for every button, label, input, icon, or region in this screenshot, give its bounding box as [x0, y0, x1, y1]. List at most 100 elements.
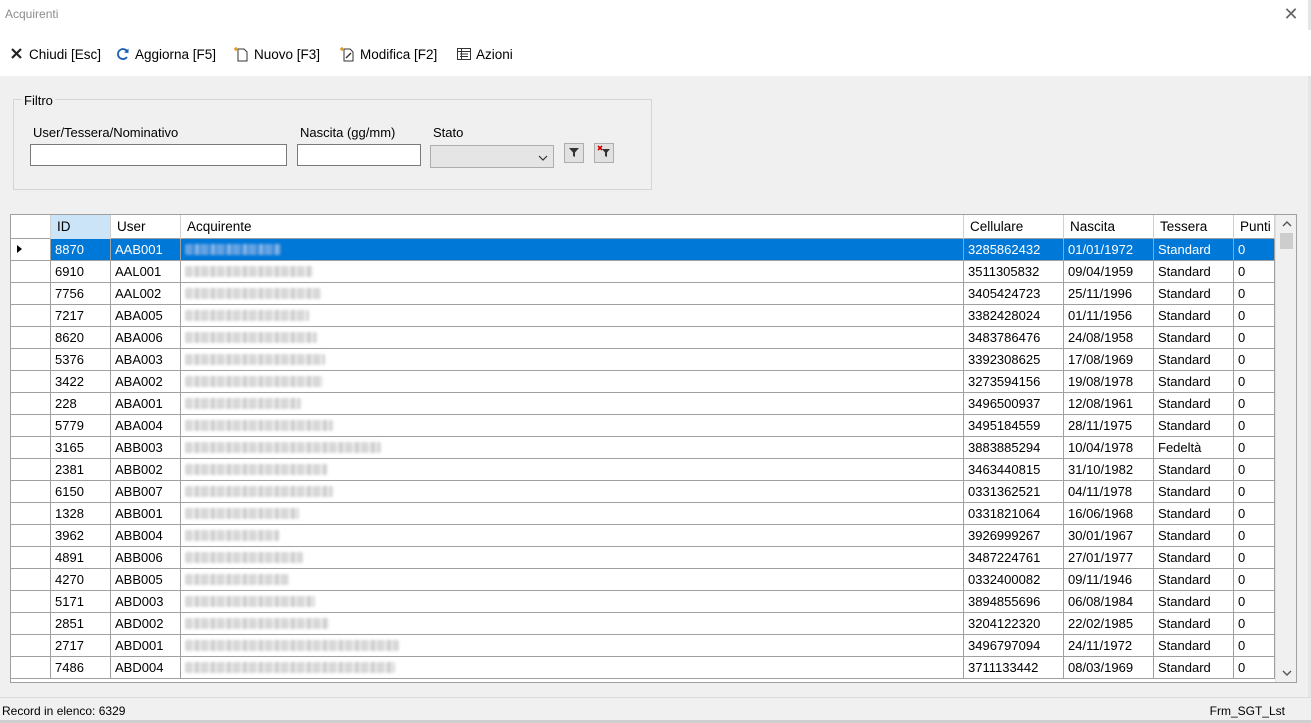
cell-points[interactable]: 0 [1234, 459, 1275, 480]
cell-buyer[interactable] [181, 305, 964, 326]
cell-card[interactable]: Standard [1154, 613, 1234, 634]
cell-birth[interactable]: 08/03/1969 [1064, 657, 1154, 678]
table-row[interactable]: 3422 ABA002 3273594156 19/08/1978 Standard 0 [11, 371, 1275, 393]
cell-card[interactable]: Standard [1154, 481, 1234, 502]
cell-birth[interactable]: 01/01/1972 [1064, 239, 1154, 260]
cell-card[interactable]: Standard [1154, 393, 1234, 414]
cell-phone[interactable]: 0331821064 [964, 503, 1064, 524]
cell-birth[interactable]: 19/08/1978 [1064, 371, 1154, 392]
cell-buyer[interactable] [181, 503, 964, 524]
cell-id[interactable]: 7756 [51, 283, 111, 304]
cell-phone[interactable]: 3883885294 [964, 437, 1064, 458]
cell-buyer[interactable] [181, 547, 964, 568]
table-row[interactable]: 5171 ABD003 3894855696 06/08/1984 Standard 0 [11, 591, 1275, 613]
cell-points[interactable]: 0 [1234, 591, 1275, 612]
cell-birth[interactable]: 17/08/1969 [1064, 349, 1154, 370]
cell-id[interactable]: 5376 [51, 349, 111, 370]
table-row[interactable]: 7756 AAL002 3405424723 25/11/1996 Standard 0 [11, 283, 1275, 305]
status-filter-select[interactable] [430, 145, 554, 168]
column-header-phone[interactable]: Cellulare [964, 215, 1064, 239]
cell-card[interactable]: Standard [1154, 415, 1234, 436]
cell-user[interactable]: ABB002 [111, 459, 181, 480]
new-button[interactable]: Nuovo [F3] [234, 44, 320, 64]
cell-points[interactable]: 0 [1234, 547, 1275, 568]
cell-user[interactable]: ABB001 [111, 503, 181, 524]
cell-phone[interactable]: 3204122320 [964, 613, 1064, 634]
table-row[interactable]: 7217 ABA005 3382428024 01/11/1956 Standard 0 [11, 305, 1275, 327]
cell-id[interactable]: 1328 [51, 503, 111, 524]
row-header[interactable] [11, 547, 51, 568]
cell-buyer[interactable] [181, 393, 964, 414]
scrollbar-thumb[interactable] [1280, 233, 1293, 249]
cell-birth[interactable]: 04/11/1978 [1064, 481, 1154, 502]
table-row[interactable]: 6150 ABB007 0331362521 04/11/1978 Standard 0 [11, 481, 1275, 503]
cell-points[interactable]: 0 [1234, 283, 1275, 304]
cell-points[interactable]: 0 [1234, 393, 1275, 414]
apply-filter-button[interactable] [564, 143, 584, 163]
cell-id[interactable]: 228 [51, 393, 111, 414]
cell-user[interactable]: ABA004 [111, 415, 181, 436]
vertical-scrollbar[interactable] [1275, 215, 1296, 682]
cell-id[interactable]: 2381 [51, 459, 111, 480]
cell-buyer[interactable] [181, 349, 964, 370]
cell-id[interactable]: 3422 [51, 371, 111, 392]
cell-id[interactable]: 3962 [51, 525, 111, 546]
cell-birth[interactable]: 28/11/1975 [1064, 415, 1154, 436]
cell-birth[interactable]: 01/11/1956 [1064, 305, 1154, 326]
table-row[interactable]: 3962 ABB004 3926999267 30/01/1967 Standard 0 [11, 525, 1275, 547]
cell-phone[interactable]: 3273594156 [964, 371, 1064, 392]
cell-buyer[interactable] [181, 569, 964, 590]
cell-phone[interactable]: 3495184559 [964, 415, 1064, 436]
row-header[interactable] [11, 349, 51, 370]
cell-user[interactable]: ABD001 [111, 635, 181, 656]
cell-phone[interactable]: 3496500937 [964, 393, 1064, 414]
cell-points[interactable]: 0 [1234, 481, 1275, 502]
column-header-buyer[interactable]: Acquirente [181, 215, 964, 239]
row-header[interactable] [11, 437, 51, 458]
table-row[interactable]: 7486 ABD004 3711133442 08/03/1969 Standard 0 [11, 657, 1275, 679]
cell-card[interactable]: Standard [1154, 569, 1234, 590]
cell-phone[interactable]: 3382428024 [964, 305, 1064, 326]
cell-birth[interactable]: 06/08/1984 [1064, 591, 1154, 612]
table-row[interactable]: 4270 ABB005 0332400082 09/11/1946 Standard 0 [11, 569, 1275, 591]
cell-card[interactable]: Standard [1154, 349, 1234, 370]
column-header-birth[interactable]: Nascita [1064, 215, 1154, 239]
cell-points[interactable]: 0 [1234, 371, 1275, 392]
cell-user[interactable]: ABB004 [111, 525, 181, 546]
cell-points[interactable]: 0 [1234, 569, 1275, 590]
row-header[interactable] [11, 591, 51, 612]
cell-birth[interactable]: 24/11/1972 [1064, 635, 1154, 656]
table-row[interactable]: 5376 ABA003 3392308625 17/08/1969 Standard 0 [11, 349, 1275, 371]
table-row[interactable]: 8620 ABA006 3483786476 24/08/1958 Standard 0 [11, 327, 1275, 349]
table-row[interactable]: 3165 ABB003 3883885294 10/04/1978 Fedeltà 0 [11, 437, 1275, 459]
cell-phone[interactable]: 0331362521 [964, 481, 1064, 502]
close-button[interactable]: Chiudi [Esc] [9, 44, 101, 64]
cell-card[interactable]: Standard [1154, 591, 1234, 612]
row-header[interactable] [11, 305, 51, 326]
cell-card[interactable]: Standard [1154, 459, 1234, 480]
cell-card[interactable]: Standard [1154, 371, 1234, 392]
table-row[interactable]: 4891 ABB006 3487224761 27/01/1977 Standard 0 [11, 547, 1275, 569]
cell-phone[interactable]: 3483786476 [964, 327, 1064, 348]
cell-buyer[interactable] [181, 371, 964, 392]
cell-id[interactable]: 6150 [51, 481, 111, 502]
row-header[interactable] [11, 503, 51, 524]
cell-phone[interactable]: 3405424723 [964, 283, 1064, 304]
actions-button[interactable]: Azioni [456, 44, 513, 64]
user-filter-input[interactable] [30, 144, 287, 166]
cell-phone[interactable]: 3285862432 [964, 239, 1064, 260]
cell-id[interactable]: 5779 [51, 415, 111, 436]
cell-id[interactable]: 4270 [51, 569, 111, 590]
cell-birth[interactable]: 24/08/1958 [1064, 327, 1154, 348]
cell-card[interactable]: Standard [1154, 239, 1234, 260]
cell-birth[interactable]: 09/11/1946 [1064, 569, 1154, 590]
cell-buyer[interactable] [181, 415, 964, 436]
row-header[interactable] [11, 525, 51, 546]
cell-user[interactable]: AAB001 [111, 239, 181, 260]
cell-user[interactable]: ABA006 [111, 327, 181, 348]
clear-filter-button[interactable] [594, 143, 614, 163]
cell-points[interactable]: 0 [1234, 349, 1275, 370]
cell-phone[interactable]: 0332400082 [964, 569, 1064, 590]
edit-button[interactable]: Modifica [F2] [340, 44, 437, 64]
cell-card[interactable]: Standard [1154, 327, 1234, 348]
